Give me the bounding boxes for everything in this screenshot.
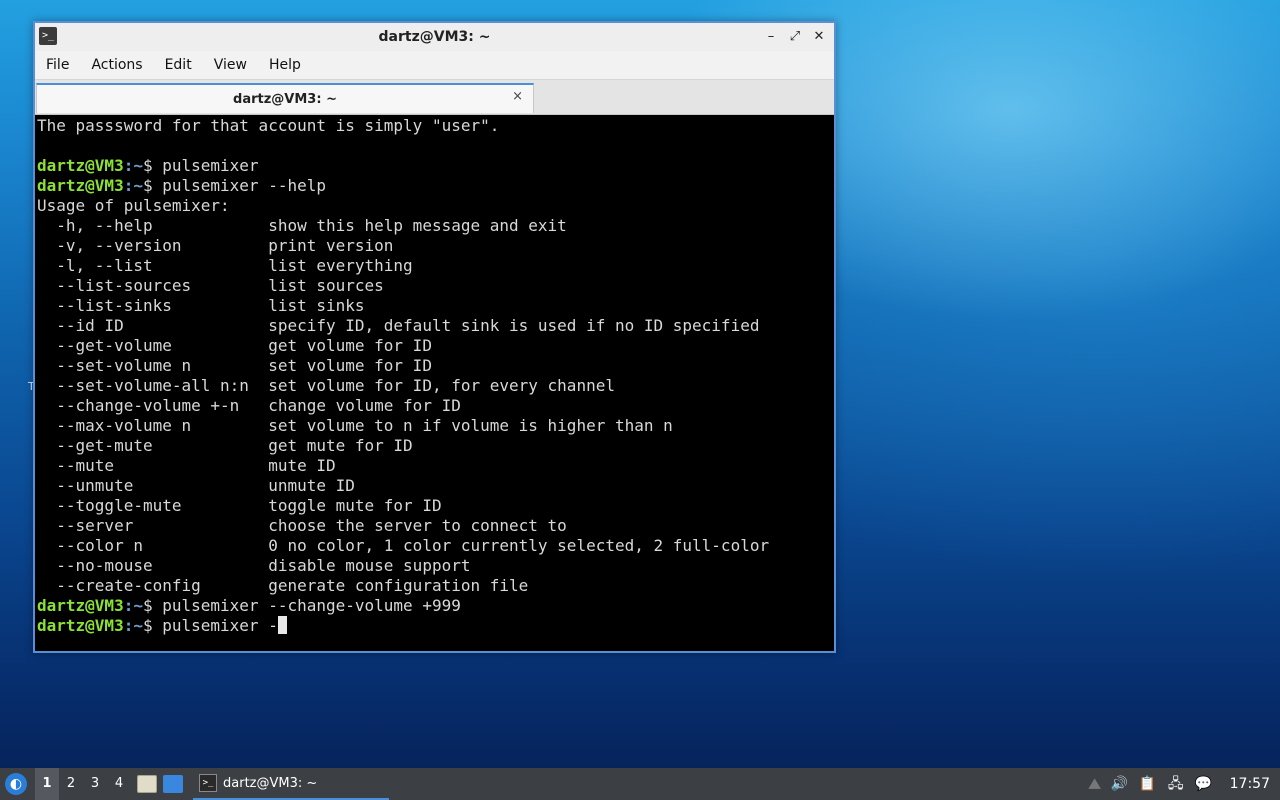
terminal-output-line: --set-volume-all n:n set volume for ID, … bbox=[37, 376, 615, 395]
terminal-output-line: Usage of pulsemixer: bbox=[37, 196, 230, 215]
terminal-output-line: --list-sources list sources bbox=[37, 276, 384, 295]
terminal-prompt-line: dartz@VM3:~$ pulsemixer bbox=[37, 156, 832, 176]
menu-help[interactable]: Help bbox=[258, 57, 312, 73]
terminal-output-line: --list-sinks list sinks bbox=[37, 296, 365, 315]
terminal-output-line: --change-volume +-n change volume for ID bbox=[37, 396, 461, 415]
terminal-window[interactable]: >_ dartz@VM3: ~ – ⤢ ✕ File Actions Edit … bbox=[33, 21, 836, 653]
prompt-user: dartz@VM3 bbox=[37, 596, 124, 615]
terminal-output-line: --set-volume n set volume for ID bbox=[37, 356, 432, 375]
terminal-output-line: --mute mute ID bbox=[37, 456, 336, 475]
workspace-switcher: 1 2 3 4 bbox=[35, 768, 131, 800]
prompt-symbol: $ bbox=[142, 156, 163, 175]
tab-label: dartz@VM3: ~ bbox=[233, 91, 337, 107]
task-label: dartz@VM3: ~ bbox=[223, 775, 318, 791]
menu-bar: File Actions Edit View Help bbox=[35, 51, 834, 80]
taskbar-task-terminal[interactable]: >_ dartz@VM3: ~ bbox=[193, 768, 389, 800]
menu-edit[interactable]: Edit bbox=[154, 57, 203, 73]
terminal-app-icon[interactable]: >_ bbox=[39, 27, 57, 45]
terminal-output-line: --server choose the server to connect to bbox=[37, 516, 567, 535]
command-text: pulsemixer --change-volume +999 bbox=[162, 596, 461, 615]
prompt-symbol: $ bbox=[142, 596, 163, 615]
show-desktop-icon[interactable] bbox=[163, 775, 183, 793]
menu-file[interactable]: File bbox=[35, 57, 80, 73]
tray-expand-icon[interactable] bbox=[1088, 778, 1101, 789]
prompt-symbol: $ bbox=[142, 176, 163, 195]
terminal-output-line: -v, --version print version bbox=[37, 236, 394, 255]
prompt-symbol: $ bbox=[142, 616, 163, 635]
prompt-user: dartz@VM3 bbox=[37, 156, 124, 175]
tab-close-icon[interactable]: × bbox=[512, 89, 523, 104]
prompt-user: dartz@VM3 bbox=[37, 616, 124, 635]
terminal-prompt-line: dartz@VM3:~$ pulsemixer --change-volume … bbox=[37, 596, 832, 616]
menu-actions[interactable]: Actions bbox=[80, 57, 153, 73]
command-text: pulsemixer --help bbox=[162, 176, 326, 195]
terminal-output-line: --color n 0 no color, 1 color currently … bbox=[37, 536, 770, 555]
terminal-output-line: -l, --list list everything bbox=[37, 256, 413, 275]
window-titlebar[interactable]: >_ dartz@VM3: ~ – ⤢ ✕ bbox=[35, 23, 834, 51]
workspace-1[interactable]: 1 bbox=[35, 768, 59, 800]
window-controls: – ⤢ ✕ bbox=[762, 28, 828, 46]
terminal-output-line: --get-volume get volume for ID bbox=[37, 336, 432, 355]
command-text: pulsemixer bbox=[162, 156, 259, 175]
terminal-task-icon: >_ bbox=[199, 774, 217, 792]
terminal-output[interactable]: The passsword for that account is simply… bbox=[35, 115, 834, 651]
workspace-4[interactable]: 4 bbox=[107, 768, 131, 800]
notification-icon[interactable]: 💬 bbox=[1194, 775, 1214, 793]
terminal-output-line: The passsword for that account is simply… bbox=[37, 116, 500, 135]
tab-bar: dartz@VM3: ~ × bbox=[35, 80, 834, 115]
taskbar: ◐ 1 2 3 4 >_ dartz@VM3: ~ 🔊 📋 🖧 💬 17:57 bbox=[0, 768, 1280, 800]
clipboard-icon[interactable]: 📋 bbox=[1138, 775, 1158, 793]
volume-icon[interactable]: 🔊 bbox=[1110, 775, 1130, 793]
close-button[interactable]: ✕ bbox=[810, 28, 828, 46]
terminal-prompt-line: dartz@VM3:~$ pulsemixer --help bbox=[37, 176, 832, 196]
command-text: pulsemixer - bbox=[162, 616, 278, 635]
window-title: dartz@VM3: ~ bbox=[378, 29, 491, 45]
terminal-output-line: --no-mouse disable mouse support bbox=[37, 556, 471, 575]
maximize-button[interactable]: ⤢ bbox=[786, 28, 804, 46]
text-cursor bbox=[277, 616, 287, 634]
terminal-output-line: --toggle-mute toggle mute for ID bbox=[37, 496, 442, 515]
prompt-path: :~ bbox=[123, 616, 143, 635]
terminal-output-line: --id ID specify ID, default sink is used… bbox=[37, 316, 760, 335]
start-menu-icon[interactable]: ◐ bbox=[5, 773, 27, 795]
minimize-button[interactable]: – bbox=[762, 28, 780, 46]
workspace-2[interactable]: 2 bbox=[59, 768, 83, 800]
terminal-output-line: -h, --help show this help message and ex… bbox=[37, 216, 567, 235]
network-icon[interactable]: 🖧 bbox=[1166, 775, 1186, 793]
file-manager-icon[interactable] bbox=[137, 775, 157, 793]
terminal-output-line: --create-config generate configuration f… bbox=[37, 576, 529, 595]
clock[interactable]: 17:57 bbox=[1230, 776, 1270, 792]
system-tray: 🔊 📋 🖧 💬 17:57 bbox=[1088, 775, 1280, 793]
workspace-3[interactable]: 3 bbox=[83, 768, 107, 800]
prompt-path: :~ bbox=[123, 176, 143, 195]
prompt-path: :~ bbox=[123, 596, 143, 615]
terminal-output-line: --get-mute get mute for ID bbox=[37, 436, 413, 455]
menu-view[interactable]: View bbox=[203, 57, 258, 73]
prompt-user: dartz@VM3 bbox=[37, 176, 124, 195]
terminal-prompt-line: dartz@VM3:~$ pulsemixer - bbox=[37, 616, 832, 636]
tab-terminal[interactable]: dartz@VM3: ~ × bbox=[36, 83, 534, 113]
prompt-path: :~ bbox=[123, 156, 143, 175]
terminal-output-line: --unmute unmute ID bbox=[37, 476, 355, 495]
terminal-output-line: --max-volume n set volume to n if volume… bbox=[37, 416, 673, 435]
